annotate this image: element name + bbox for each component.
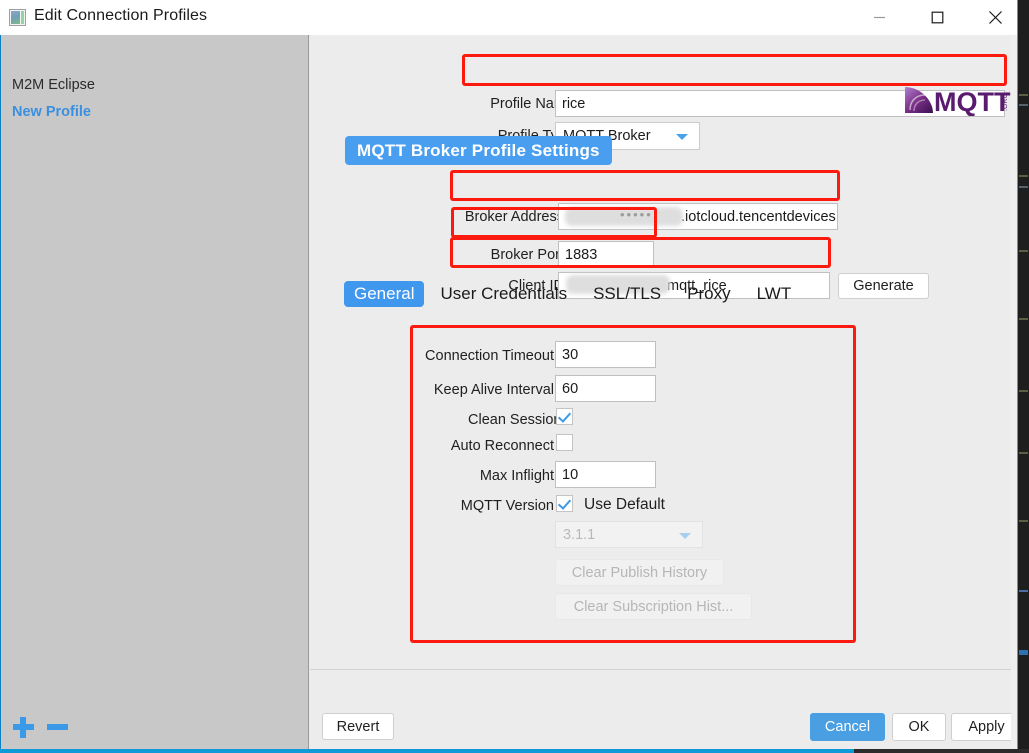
mqtt-version-label: MQTT Version bbox=[460, 498, 554, 514]
bottom-status-strip-dark bbox=[854, 749, 1029, 753]
chevron-down-icon bbox=[676, 134, 688, 140]
minimize-button[interactable] bbox=[856, 0, 902, 34]
section-title-mqtt-broker-settings: MQTT Broker Profile Settings bbox=[345, 136, 612, 165]
keep-alive-interval-input[interactable]: 60 bbox=[555, 375, 656, 402]
chevron-down-icon bbox=[679, 532, 691, 539]
mqtt-version-value: 3.1.1 bbox=[563, 526, 596, 543]
remove-profile-button[interactable] bbox=[47, 717, 73, 739]
add-profile-button[interactable] bbox=[13, 717, 39, 739]
clean-session-label: Clean Session bbox=[468, 412, 562, 428]
profile-form-panel: Profile Name rice Profile Type MQTT Brok… bbox=[310, 35, 1017, 749]
broker-port-input[interactable]: 1883 bbox=[558, 241, 654, 268]
tab-general[interactable]: General bbox=[344, 281, 425, 307]
bottom-status-strip bbox=[0, 749, 1029, 753]
profiles-sidebar: M2M Eclipse New Profile bbox=[1, 35, 309, 749]
clear-publish-history-button[interactable]: Clear Publish History bbox=[555, 559, 724, 586]
settings-tabs: General User Credentials SSL/TLS Proxy L… bbox=[344, 279, 807, 309]
app-icon bbox=[9, 9, 26, 26]
close-icon bbox=[988, 10, 1002, 24]
background-editor-strip bbox=[1018, 0, 1029, 753]
broker-address-label: Broker Address bbox=[464, 209, 564, 225]
connection-timeout-label: Connection Timeout bbox=[425, 348, 554, 364]
sidebar-item-new-profile[interactable]: New Profile bbox=[12, 104, 91, 120]
clear-subscription-history-button[interactable]: Clear Subscription Hist... bbox=[555, 593, 752, 620]
tab-proxy[interactable]: Proxy bbox=[677, 281, 740, 307]
auto-reconnect-label: Auto Reconnect bbox=[450, 438, 554, 454]
broker-address-value: .iotcloud.tencentdevices.c bbox=[681, 208, 838, 225]
tab-lwt[interactable]: LWT bbox=[747, 281, 802, 307]
connection-timeout-input[interactable]: 30 bbox=[555, 341, 656, 368]
broker-address-redaction-dots: ••••• bbox=[620, 207, 653, 222]
use-default-label: Use Default bbox=[584, 496, 665, 513]
sidebar-item-m2m-eclipse[interactable]: M2M Eclipse bbox=[12, 77, 95, 93]
mqtt-org-logo: MQTT .ORG bbox=[905, 87, 1011, 116]
sidebar-toolbar bbox=[1, 705, 308, 749]
auto-reconnect-checkbox[interactable] bbox=[556, 434, 573, 451]
max-inflight-label: Max Inflight bbox=[479, 468, 554, 484]
use-default-checkbox[interactable] bbox=[556, 495, 573, 512]
footer-separator bbox=[310, 669, 1017, 670]
apply-button[interactable]: Apply bbox=[951, 713, 1017, 741]
tab-ssl-tls[interactable]: SSL/TLS bbox=[583, 281, 671, 307]
ok-button[interactable]: OK bbox=[892, 713, 946, 741]
maximize-icon bbox=[931, 11, 943, 23]
edit-connection-profiles-dialog: Edit Connection Profiles M2M Eclipse New… bbox=[0, 0, 1018, 750]
svg-text:.ORG: .ORG bbox=[1002, 93, 1009, 111]
max-inflight-input[interactable]: 10 bbox=[555, 461, 656, 488]
keep-alive-interval-label: Keep Alive Interval bbox=[433, 382, 554, 398]
generate-client-id-button[interactable]: Generate bbox=[838, 273, 929, 299]
cancel-button[interactable]: Cancel bbox=[810, 713, 885, 741]
tab-user-credentials[interactable]: User Credentials bbox=[430, 281, 577, 307]
mqtt-version-select[interactable]: 3.1.1 bbox=[555, 521, 703, 548]
broker-port-label: Broker Port bbox=[490, 247, 564, 263]
svg-text:MQTT: MQTT bbox=[934, 87, 1011, 116]
clean-session-checkbox[interactable] bbox=[556, 408, 573, 425]
content-scrollbar[interactable] bbox=[1011, 35, 1017, 749]
title-bar: Edit Connection Profiles bbox=[0, 0, 1017, 36]
maximize-button[interactable] bbox=[914, 0, 960, 34]
revert-button[interactable]: Revert bbox=[322, 713, 394, 740]
window-title: Edit Connection Profiles bbox=[34, 7, 208, 24]
minimize-icon bbox=[873, 16, 885, 18]
close-button[interactable] bbox=[972, 0, 1017, 34]
